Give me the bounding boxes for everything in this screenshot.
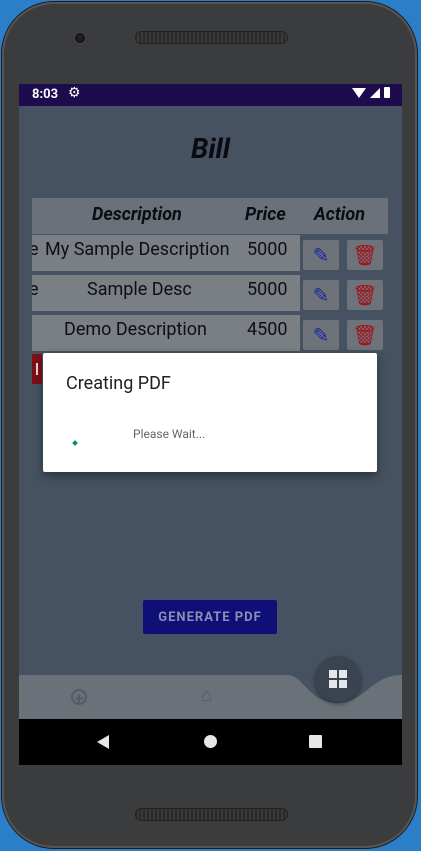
status-time: 8:03 [32,87,59,102]
battery-icon [384,87,390,98]
delete-button[interactable]: 🗑 [347,320,383,350]
back-icon[interactable] [97,735,109,749]
wifi-icon [352,87,366,98]
system-navigation-bar [19,719,402,765]
row-prefix: e [32,239,39,260]
dialog-title: Creating PDF [66,373,171,394]
row-prefix: e [32,279,39,300]
row-description: My Sample Description [45,239,230,260]
header-price: Price [245,204,286,225]
pencil-icon: ✎ [312,323,330,347]
home-button-icon[interactable] [204,735,217,748]
delete-button[interactable]: 🗑 [347,280,383,310]
generate-pdf-button[interactable]: GENERATE PDF [143,600,277,634]
pencil-icon: ✎ [312,243,330,267]
screen: 8:03 ⚙ Bill Description Price Action e M… [19,84,402,765]
recents-icon[interactable] [309,735,322,748]
table-row: e My Sample Description 5000 [32,235,300,271]
row-description: Sample Desc [87,279,192,300]
signal-icon [370,87,380,98]
front-camera [75,33,85,43]
row-description: Demo Description [64,319,207,340]
header-description: Description [92,204,182,225]
trash-icon: 🗑 [352,323,378,347]
page-title: Bill [191,132,230,165]
table-row: Demo Description 4500 [32,315,300,351]
phone-frame: 8:03 ⚙ Bill Description Price Action e M… [2,2,417,848]
edit-button[interactable]: ✎ [303,240,339,270]
partial-red-button[interactable] [32,354,42,384]
table-header: Description Price Action [32,198,388,234]
grid-icon [329,670,347,688]
table-row: e Sample Desc 5000 [32,275,300,311]
status-bar: 8:03 ⚙ [19,84,402,106]
header-action: Action [314,204,365,225]
delete-button[interactable]: 🗑 [347,240,383,270]
trash-icon: 🗑 [352,283,378,307]
trash-icon: 🗑 [352,243,378,267]
edit-button[interactable]: ✎ [303,320,339,350]
progress-spinner-icon [72,440,78,446]
plus-circle-icon[interactable]: + [71,689,87,707]
bottom-speaker [135,808,288,821]
edit-button[interactable]: ✎ [303,280,339,310]
grid-fab-button[interactable] [315,656,361,702]
pencil-icon: ✎ [312,283,330,307]
row-price: 5000 [247,279,288,300]
home-icon[interactable]: ⌂ [201,685,212,706]
gear-icon: ⚙ [68,85,81,101]
top-speaker [135,31,288,44]
progress-dialog: Creating PDF Please Wait... [43,353,377,472]
row-price: 4500 [247,319,288,340]
row-price: 5000 [247,239,288,260]
dialog-message: Please Wait... [133,427,206,441]
